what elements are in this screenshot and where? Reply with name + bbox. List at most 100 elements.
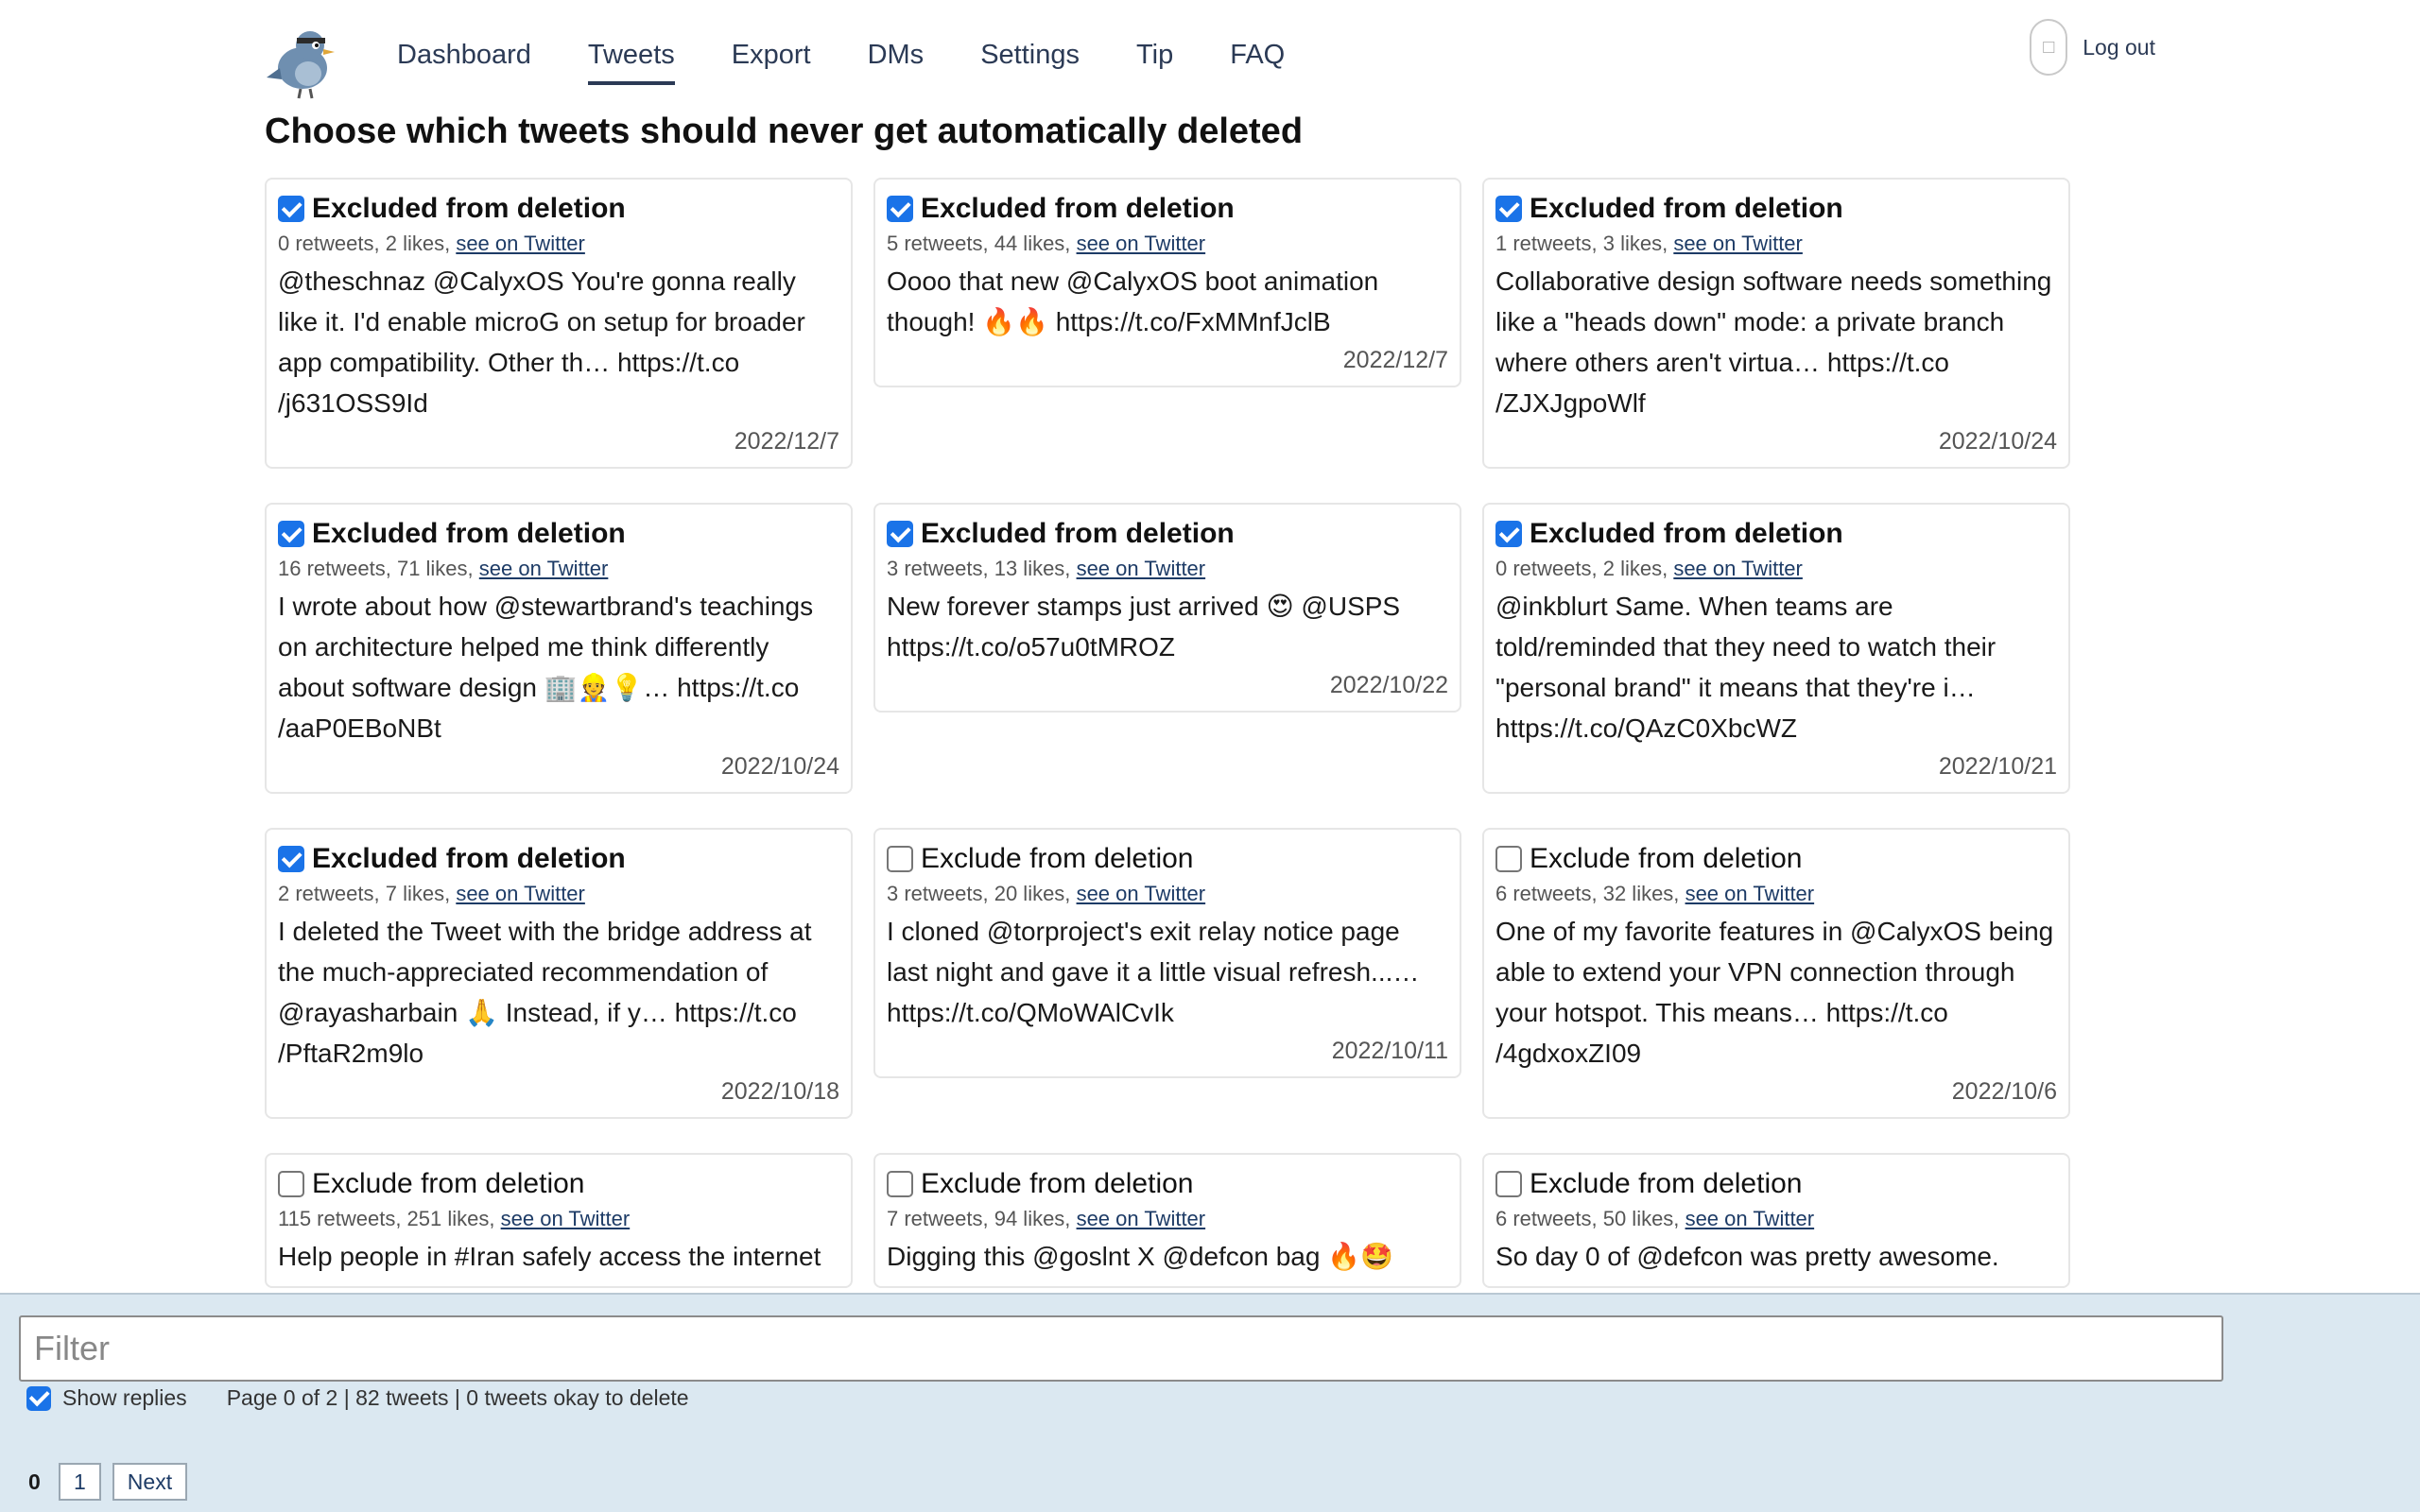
nav-dashboard[interactable]: Dashboard	[369, 36, 560, 85]
top-bar: Dashboard Tweets Export DMs Settings Tip…	[265, 19, 2155, 99]
see-on-twitter-link[interactable]: see on Twitter	[1673, 232, 1803, 255]
exclude-label: Excluded from deletion	[1530, 518, 1843, 549]
exclude-label: Excluded from deletion	[921, 193, 1235, 224]
retweets-likes: 3 retweets, 20 likes,	[887, 882, 1071, 905]
see-on-twitter-link[interactable]: see on Twitter	[501, 1207, 631, 1230]
exclude-checkbox[interactable]	[887, 521, 913, 547]
exclude-checkbox[interactable]	[1495, 846, 1522, 872]
filter-input[interactable]	[19, 1315, 2223, 1382]
tweet-stats: 115 retweets, 251 likes, see on Twitter	[278, 1206, 839, 1232]
retweets-likes: 2 retweets, 7 likes,	[278, 882, 451, 905]
exclude-checkbox[interactable]	[1495, 1171, 1522, 1197]
nav-faq[interactable]: FAQ	[1201, 36, 1313, 85]
see-on-twitter-link[interactable]: see on Twitter	[479, 557, 609, 580]
bird-logo-icon[interactable]	[265, 25, 340, 100]
tweet-date: 2022/10/11	[1331, 1038, 1448, 1064]
tweet-date: 2022/10/24	[720, 753, 839, 780]
see-on-twitter-link[interactable]: see on Twitter	[1685, 1207, 1815, 1230]
pagination: 0 1 Next	[28, 1463, 188, 1501]
exclude-checkbox[interactable]	[278, 196, 304, 222]
tweet-card: Excluded from deletion 1 retweets, 3 lik…	[1482, 178, 2070, 469]
exclude-label: Excluded from deletion	[312, 193, 626, 224]
exclude-checkbox[interactable]	[887, 1171, 913, 1197]
tweet-text: I deleted the Tweet with the bridge addr…	[278, 917, 812, 1068]
tweet-card: Excluded from deletion 16 retweets, 71 l…	[265, 503, 853, 794]
exclude-checkbox-row[interactable]: Exclude from deletion	[1495, 839, 2057, 879]
exclude-checkbox[interactable]	[1495, 196, 1522, 222]
tweet-date: 2022/10/21	[1938, 753, 2057, 780]
see-on-twitter-link[interactable]: see on Twitter	[456, 882, 585, 905]
retweets-likes: 3 retweets, 13 likes,	[887, 557, 1071, 580]
tweet-date: 2022/12/7	[734, 428, 839, 455]
filter-options: Show replies Page 0 of 2 | 82 tweets | 0…	[26, 1385, 689, 1411]
logout-link[interactable]: Log out	[2083, 35, 2155, 60]
nav-settings[interactable]: Settings	[952, 36, 1108, 85]
tweet-text: New forever stamps just arrived 😍 @USPS …	[887, 592, 1401, 662]
show-replies-checkbox[interactable]	[26, 1385, 51, 1411]
exclude-checkbox-row[interactable]: Excluded from deletion	[278, 839, 839, 879]
exclude-checkbox-row[interactable]: Exclude from deletion	[278, 1164, 839, 1204]
retweets-likes: 0 retweets, 2 likes,	[1495, 557, 1668, 580]
tweet-stats: 6 retweets, 32 likes, see on Twitter	[1495, 881, 2057, 907]
tweet-card: Excluded from deletion 3 retweets, 13 li…	[873, 503, 1461, 713]
tweet-date: 2022/10/18	[720, 1078, 839, 1105]
exclude-checkbox[interactable]	[278, 846, 304, 872]
exclude-checkbox-row[interactable]: Excluded from deletion	[278, 514, 839, 554]
tweet-text: Help people in #Iran safely access the i…	[278, 1242, 821, 1271]
tweet-text: Collaborative design software needs some…	[1495, 266, 2052, 418]
retweets-likes: 16 retweets, 71 likes,	[278, 557, 474, 580]
retweets-likes: 6 retweets, 32 likes,	[1495, 882, 1680, 905]
exclude-label: Excluded from deletion	[921, 518, 1235, 549]
nav-dms[interactable]: DMs	[839, 36, 953, 85]
exclude-checkbox-row[interactable]: Excluded from deletion	[1495, 189, 2057, 229]
tweet-stats: 6 retweets, 50 likes, see on Twitter	[1495, 1206, 2057, 1232]
nav-tip[interactable]: Tip	[1108, 36, 1201, 85]
see-on-twitter-link[interactable]: see on Twitter	[1077, 1207, 1206, 1230]
exclude-label: Exclude from deletion	[1530, 843, 1803, 874]
tweet-card: Excluded from deletion 5 retweets, 44 li…	[873, 178, 1461, 387]
user-area: □ Log out	[2030, 19, 2155, 76]
filter-footer: Show replies Page 0 of 2 | 82 tweets | 0…	[0, 1293, 2420, 1512]
exclude-checkbox-row[interactable]: Exclude from deletion	[1495, 1164, 2057, 1204]
see-on-twitter-link[interactable]: see on Twitter	[1077, 557, 1206, 580]
exclude-checkbox-row[interactable]: Exclude from deletion	[887, 839, 1448, 879]
exclude-label: Excluded from deletion	[312, 518, 626, 549]
retweets-likes: 6 retweets, 50 likes,	[1495, 1207, 1680, 1230]
exclude-checkbox-row[interactable]: Excluded from deletion	[887, 514, 1448, 554]
nav-export[interactable]: Export	[703, 36, 839, 85]
tweet-card: Exclude from deletion 7 retweets, 94 lik…	[873, 1153, 1461, 1288]
exclude-checkbox[interactable]	[887, 846, 913, 872]
exclude-checkbox[interactable]	[1495, 521, 1522, 547]
see-on-twitter-link[interactable]: see on Twitter	[1673, 557, 1803, 580]
retweets-likes: 7 retweets, 94 likes,	[887, 1207, 1071, 1230]
exclude-checkbox[interactable]	[278, 521, 304, 547]
page-title: Choose which tweets should never get aut…	[265, 112, 1304, 151]
tweet-text: So day 0 of @defcon was pretty awesome.	[1495, 1242, 1999, 1271]
see-on-twitter-link[interactable]: see on Twitter	[1077, 882, 1206, 905]
tweet-stats: 16 retweets, 71 likes, see on Twitter	[278, 556, 839, 582]
exclude-checkbox-row[interactable]: Excluded from deletion	[278, 189, 839, 229]
exclude-label: Exclude from deletion	[1530, 1168, 1803, 1199]
nav-tweets[interactable]: Tweets	[560, 36, 703, 85]
exclude-checkbox-row[interactable]: Excluded from deletion	[1495, 514, 2057, 554]
exclude-checkbox[interactable]	[278, 1171, 304, 1197]
see-on-twitter-link[interactable]: see on Twitter	[456, 232, 585, 255]
retweets-likes: 0 retweets, 2 likes,	[278, 232, 451, 255]
show-replies-label[interactable]: Show replies	[62, 1385, 187, 1411]
page-1-button[interactable]: 1	[59, 1463, 101, 1501]
tweet-stats: 1 retweets, 3 likes, see on Twitter	[1495, 231, 2057, 257]
see-on-twitter-link[interactable]: see on Twitter	[1685, 882, 1815, 905]
tweet-stats: 0 retweets, 2 likes, see on Twitter	[278, 231, 839, 257]
tweet-stats: 2 retweets, 7 likes, see on Twitter	[278, 881, 839, 907]
tweet-stats: 5 retweets, 44 likes, see on Twitter	[887, 231, 1448, 257]
next-button[interactable]: Next	[112, 1463, 188, 1501]
see-on-twitter-link[interactable]: see on Twitter	[1077, 232, 1206, 255]
tweet-card: Excluded from deletion 0 retweets, 2 lik…	[1482, 503, 2070, 794]
exclude-checkbox-row[interactable]: Exclude from deletion	[887, 1164, 1448, 1204]
exclude-checkbox-row[interactable]: Excluded from deletion	[887, 189, 1448, 229]
tweet-grid: Excluded from deletion 0 retweets, 2 lik…	[265, 178, 2070, 1288]
retweets-likes: 1 retweets, 3 likes,	[1495, 232, 1668, 255]
exclude-checkbox[interactable]	[887, 196, 913, 222]
tweet-text: One of my favorite features in @CalyxOS …	[1495, 917, 2054, 1068]
tweet-stats: 3 retweets, 13 likes, see on Twitter	[887, 556, 1448, 582]
